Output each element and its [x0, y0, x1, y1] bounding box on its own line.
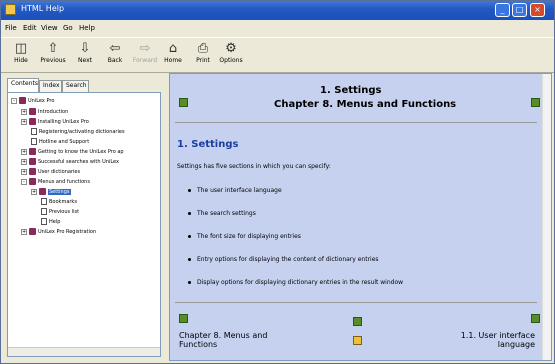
book-icon	[39, 188, 46, 195]
tab-search[interactable]: Search	[62, 80, 89, 92]
page-icon	[31, 128, 37, 135]
nav-up-icon[interactable]	[353, 317, 362, 326]
book-icon	[29, 168, 36, 175]
expand-icon[interactable]: +	[21, 158, 27, 165]
page-icon	[41, 208, 47, 215]
book-icon	[29, 228, 36, 235]
book-icon	[29, 108, 36, 115]
horizontal-scrollbar[interactable]	[8, 347, 160, 356]
bullet-item: Entry options for displaying the content…	[188, 256, 379, 263]
page-icon	[41, 218, 47, 225]
tree-item-successful-searches[interactable]: + Successful searches with UniLex	[21, 158, 119, 168]
page-icon	[31, 138, 37, 145]
hide-icon: ◫	[14, 41, 28, 56]
hide-button[interactable]: ◫ Hide	[7, 40, 35, 70]
footer-prev-link[interactable]: Chapter 8. Menus and Functions	[179, 331, 299, 349]
forward-icon: ⇨	[139, 41, 151, 56]
nav-prev-icon[interactable]	[179, 314, 188, 323]
contents-tree: - UniLex Pro + Introduction + Installing Un…	[7, 92, 161, 357]
options-button[interactable]: ⚙ Options	[217, 40, 245, 70]
tree-item-bookmarks[interactable]: Bookmarks	[41, 198, 77, 208]
expand-icon[interactable]: +	[21, 148, 27, 155]
expand-icon[interactable]: +	[31, 188, 37, 195]
toolbar: ◫ Hide ⇧ Previous ⇩ Next ⇦ Back ⇨ Forwar…	[1, 37, 554, 73]
tree-item-menus-functions[interactable]: - Menus and functions	[21, 178, 90, 188]
bullet-item: Display options for displaying dictionar…	[188, 279, 403, 286]
options-icon: ⚙	[225, 41, 237, 56]
bullet-item: The user interface language	[188, 187, 282, 194]
page-icon	[41, 198, 47, 205]
nav-next-icon[interactable]	[531, 314, 540, 323]
home-button[interactable]: ⌂ Home	[159, 40, 187, 70]
nav-prev-icon[interactable]	[179, 98, 188, 107]
vertical-scrollbar[interactable]	[542, 74, 551, 360]
tree-item-help[interactable]: Help	[41, 218, 60, 228]
top-divider	[175, 122, 537, 123]
collapse-icon[interactable]: -	[11, 97, 17, 104]
navigation-pane: Contents Index Search - UniLex Pro + Intro…	[7, 77, 161, 357]
minimize-button[interactable]: _	[495, 3, 510, 17]
tree-item-installing[interactable]: + Installing UniLex Pro	[21, 118, 89, 128]
book-icon	[19, 97, 26, 104]
title-bar[interactable]: HTML Help _ □ ×	[1, 1, 554, 20]
bullet-item: The search settings	[188, 210, 256, 217]
close-button[interactable]: ×	[530, 3, 545, 17]
expand-icon[interactable]: +	[21, 108, 27, 115]
help-window: HTML Help _ □ × File Edit View Go Help ◫…	[0, 0, 555, 364]
topic-content: 1. Settings Chapter 8. Menus and Functio…	[169, 73, 552, 361]
menu-edit[interactable]: Edit	[23, 24, 37, 32]
tree-root[interactable]: - UniLex Pro	[11, 97, 54, 107]
print-button[interactable]: ⎙ Print	[189, 40, 217, 70]
tab-index[interactable]: Index	[39, 80, 62, 92]
chapter-heading: Chapter 8. Menus and Functions	[274, 99, 457, 110]
section-title: 1. Settings	[177, 139, 239, 150]
bottom-divider	[175, 302, 537, 303]
bullet-item: The font size for displaying entries	[188, 233, 301, 240]
topic-heading: 1. Settings	[320, 85, 382, 96]
book-icon	[29, 158, 36, 165]
maximize-button[interactable]: □	[512, 3, 527, 17]
next-icon: ⇩	[79, 41, 91, 56]
tree-item-previous-list[interactable]: Previous list	[41, 208, 79, 218]
expand-icon[interactable]: +	[21, 228, 27, 235]
tree-item-getting-to-know[interactable]: + Getting to know the UniLex Pro ap	[21, 148, 124, 158]
menu-file[interactable]: File	[5, 24, 17, 32]
next-button[interactable]: ⇩ Next	[71, 40, 99, 70]
open-book-icon	[29, 178, 36, 185]
back-icon: ⇦	[109, 41, 121, 56]
previous-icon: ⇧	[47, 41, 59, 56]
tree-item-registration[interactable]: + UniLex Pro Registration	[21, 228, 96, 238]
menu-bar: File Edit View Go Help	[1, 22, 554, 36]
tree-item-settings[interactable]: + Settings	[31, 188, 71, 198]
nav-next-icon[interactable]	[531, 98, 540, 107]
expand-icon[interactable]: +	[21, 168, 27, 175]
nav-home-icon[interactable]	[353, 336, 362, 345]
menu-help[interactable]: Help	[79, 24, 95, 32]
intro-text: Settings has five sections in which you …	[177, 163, 331, 170]
expand-icon[interactable]: +	[21, 118, 27, 125]
menu-view[interactable]: View	[41, 24, 58, 32]
book-icon	[29, 148, 36, 155]
tree-item-user-dictionaries[interactable]: + User dictionaries	[21, 168, 80, 178]
tab-contents[interactable]: Contents	[7, 78, 39, 92]
back-button[interactable]: ⇦ Back	[101, 40, 129, 70]
footer-next-link[interactable]: 1.1. User interface language	[425, 331, 535, 349]
print-icon: ⎙	[197, 41, 209, 56]
forward-button[interactable]: ⇨ Forward	[131, 40, 159, 70]
tree-item-hotline[interactable]: Hotline and Support	[31, 138, 89, 148]
collapse-icon[interactable]: -	[21, 178, 27, 185]
tree-item-registering[interactable]: Registering/activating dictionaries	[31, 128, 125, 138]
home-icon: ⌂	[168, 41, 178, 56]
menu-go[interactable]: Go	[63, 24, 73, 32]
previous-button[interactable]: ⇧ Previous	[39, 40, 67, 70]
book-icon	[29, 118, 36, 125]
help-app-icon	[5, 4, 16, 15]
window-title: HTML Help	[21, 4, 65, 13]
tree-item-introduction[interactable]: + Introduction	[21, 108, 68, 118]
